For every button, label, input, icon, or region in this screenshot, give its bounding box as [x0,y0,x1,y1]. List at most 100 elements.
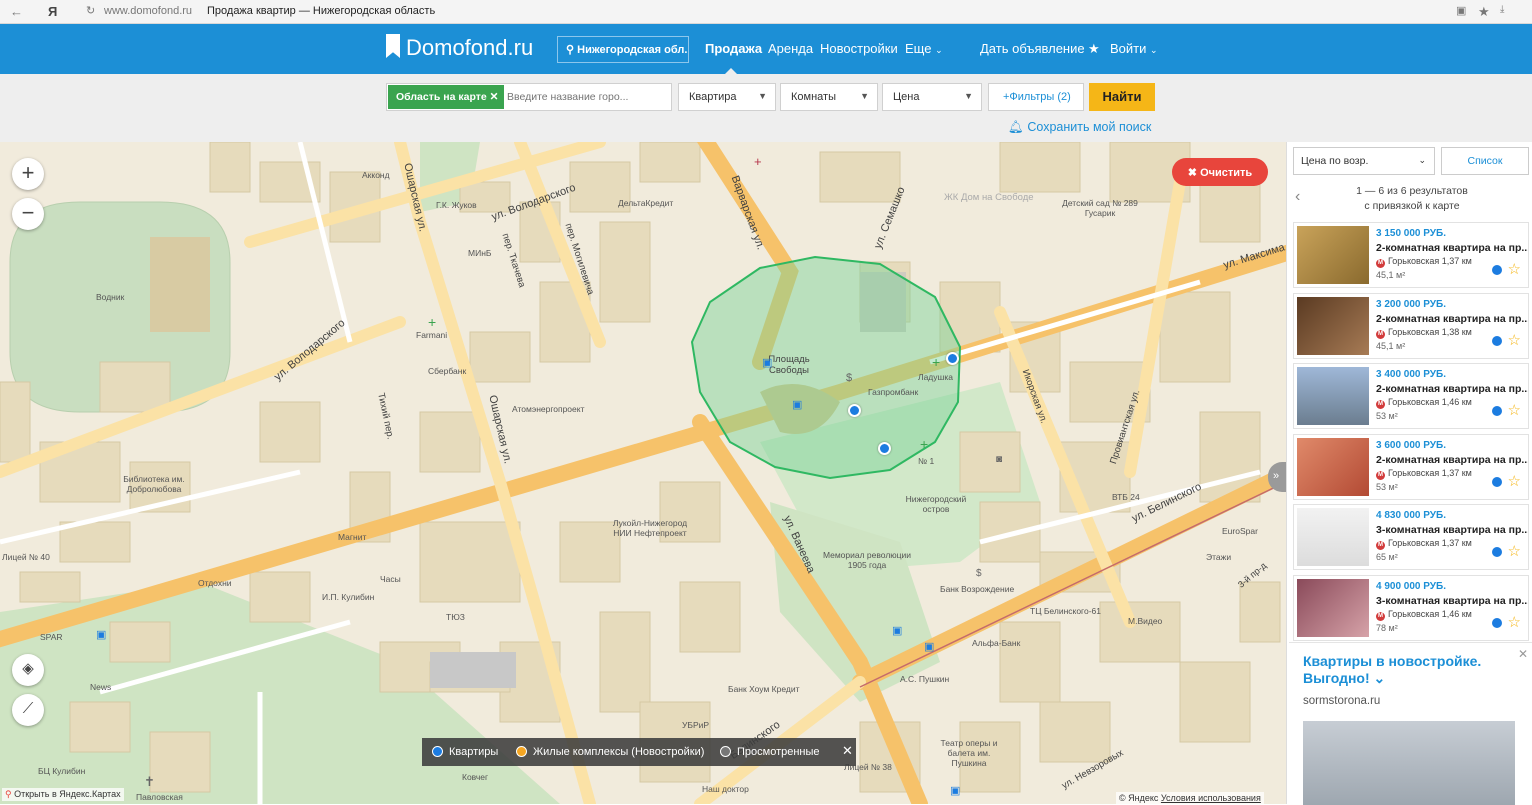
zoom-in-button[interactable]: + [12,158,44,190]
download-icon[interactable]: ⤓ [1500,4,1504,15]
favorite-star-icon[interactable]: ☆ [1508,542,1521,560]
nav-add-listing[interactable]: Дать объявление [980,41,1085,56]
find-button[interactable]: Найти [1089,83,1155,111]
metro-distance: Горьковская 1,46 км [1388,608,1472,619]
search-map[interactable]: + − ◈ ⟋ ✖ Очистить Варварская ул. ул. Се… [0,142,1286,804]
bookmark-star-icon[interactable]: ★ [1478,4,1490,20]
price-select[interactable]: Цена ▼ [882,83,982,111]
save-search-link[interactable]: 🔔︎ Сохранить мой поиск [1008,120,1151,135]
bell-icon: 🔔︎ [1008,120,1024,134]
listing-photo[interactable] [1297,508,1369,566]
listing-area: 45,1 м² [1376,270,1406,280]
listing-pin[interactable] [848,404,861,417]
address-url[interactable]: www.domofond.ru [104,5,192,17]
favorites-star-icon[interactable]: ★ [1088,41,1100,57]
listing-photo[interactable] [1297,296,1369,355]
site-logo[interactable]: Domofond.ru [386,34,533,61]
ad-headline-text: Квартиры в новостройке. Выгодно! [1303,653,1482,686]
place-label: ДельтаКредит [618,198,674,208]
favorite-star-icon[interactable]: ☆ [1508,613,1521,631]
yandex-browser-icon[interactable]: Я [48,4,57,19]
listing-price[interactable]: 4 900 000 РУБ. [1376,581,1446,592]
listing-photo[interactable] [1297,226,1369,284]
bus-stop-icon: ▣ [792,399,803,411]
listing-title[interactable]: 2-комнатная квартира на пр... [1376,454,1528,466]
nav-login[interactable]: Войти ⌄ [1110,41,1158,56]
nav-new-buildings[interactable]: Новостройки [820,41,898,56]
listing-price[interactable]: 4 830 000 РУБ. [1376,510,1446,521]
clear-area-button[interactable]: ✖ Очистить [1172,158,1268,186]
close-icon[interactable]: ✕ [490,91,499,103]
listing-title[interactable]: 3-комнатная квартира на пр... [1376,595,1528,607]
flat-type-dot-icon [1492,406,1502,416]
legend-viewed[interactable]: Просмотренные [720,746,820,758]
nav-sale[interactable]: Продажа [705,41,762,56]
chevron-down-icon: ⌄ [935,45,943,55]
map-pin-icon: ⚲ [5,789,12,799]
listing-card[interactable]: 3 150 000 РУБ. 2-комнатная квартира на пр… [1293,222,1529,288]
zoom-out-button[interactable]: − [12,198,44,230]
more-filters-button[interactable]: +Фильтры (2) [988,83,1084,111]
place-label: SPAR [40,632,63,642]
listing-pin[interactable] [878,442,891,455]
listing-price[interactable]: 3 600 000 РУБ. [1376,440,1446,451]
close-icon[interactable]: ✕ [842,743,853,759]
listing-photo[interactable] [1297,578,1369,637]
flat-type-dot-icon [1492,265,1502,275]
listing-title[interactable]: 2-комнатная квартира на пр... [1376,242,1528,254]
listing-title[interactable]: 2-комнатная квартира на пр... [1376,383,1528,395]
bank-icon: $ [846,372,853,384]
favorite-star-icon[interactable]: ☆ [1508,260,1521,278]
legend-flats[interactable]: Квартиры [432,746,498,758]
place-label: ТЮЗ [446,612,465,622]
lock-icon[interactable]: ▣ [1456,4,1466,17]
metro-icon: М [1376,611,1385,621]
listing-card[interactable]: 4 830 000 РУБ. 3-комнатная квартира на пр… [1293,504,1529,570]
listing-photo[interactable] [1297,437,1369,496]
sort-select[interactable]: Цена по возр. ⌄ [1293,147,1435,175]
open-in-yandex-link[interactable]: ⚲ Открыть в Яндекс.Картах [2,788,124,801]
favorite-star-icon[interactable]: ☆ [1508,472,1521,490]
listing-price[interactable]: 3 150 000 РУБ. [1376,228,1446,239]
listing-title[interactable]: 2-комнатная квартира на пр... [1376,313,1528,325]
nav-login-label: Войти [1110,41,1147,56]
arrow-left-icon[interactable]: ← [10,4,23,19]
region-selector[interactable]: ⚲ Нижегородская обл.. [557,36,689,63]
list-view-button[interactable]: Список [1441,147,1529,175]
bus-stop-icon: ▣ [892,625,903,637]
listing-card[interactable]: 3 400 000 РУБ. 2-комнатная квартира на пр… [1293,363,1529,429]
nav-rent[interactable]: Аренда [768,41,813,56]
listing-card[interactable]: 4 900 000 РУБ. 3-комнатная квартира на пр… [1293,574,1529,641]
listing-pin[interactable] [946,352,959,365]
reload-icon[interactable]: ↻ [86,4,95,17]
map-copyright: © Яндекс Условия использования [1116,792,1264,804]
listing-card[interactable]: 3 200 000 РУБ. 2-комнатная квартира на пр… [1293,292,1529,359]
listing-metro: М Горьковская 1,37 км [1376,256,1472,268]
listing-price[interactable]: 3 400 000 РУБ. [1376,369,1446,380]
chevron-left-icon[interactable]: ‹ [1295,188,1300,206]
place-label: № 1 [918,456,935,466]
map-area-chip[interactable]: Область на карте ✕ [388,85,504,109]
favorite-star-icon[interactable]: ☆ [1508,401,1521,419]
city-search-input[interactable] [507,88,667,106]
property-type-value: Квартира [689,91,737,103]
layers-icon[interactable]: ◈ [12,654,44,686]
property-type-select[interactable]: Квартира ▼ [678,83,776,111]
region-label: Нижегородская обл.. [577,44,689,56]
legend-complexes[interactable]: Жилые комплексы (Новостройки) [516,746,704,758]
browser-toolbar: ← Я ↻ www.domofond.ru Продажа квартир — … [0,0,1532,24]
results-count: 1 — 6 из 6 результатов с привязкой к карт… [1327,184,1497,214]
advertisement[interactable]: ✕ Квартиры в новостройке. Выгодно! ⌄ sor… [1289,642,1532,805]
close-icon[interactable]: ✕ [1518,647,1528,661]
viewed-dot-icon [720,746,731,757]
place-label: Г.К. Жуков [436,200,477,210]
listing-card[interactable]: 3 600 000 РУБ. 2-комнатная квартира на пр… [1293,433,1529,500]
favorite-star-icon[interactable]: ☆ [1508,331,1521,349]
terms-link[interactable]: Условия использования [1161,793,1261,803]
listing-price[interactable]: 3 200 000 РУБ. [1376,299,1446,310]
nav-more[interactable]: Еще ⌄ [905,41,943,56]
listing-title[interactable]: 3-комнатная квартира на пр... [1376,524,1528,536]
listing-photo[interactable] [1297,367,1369,425]
rooms-select[interactable]: Комнаты ▼ [780,83,878,111]
ruler-icon[interactable]: ⟋ [12,694,44,726]
